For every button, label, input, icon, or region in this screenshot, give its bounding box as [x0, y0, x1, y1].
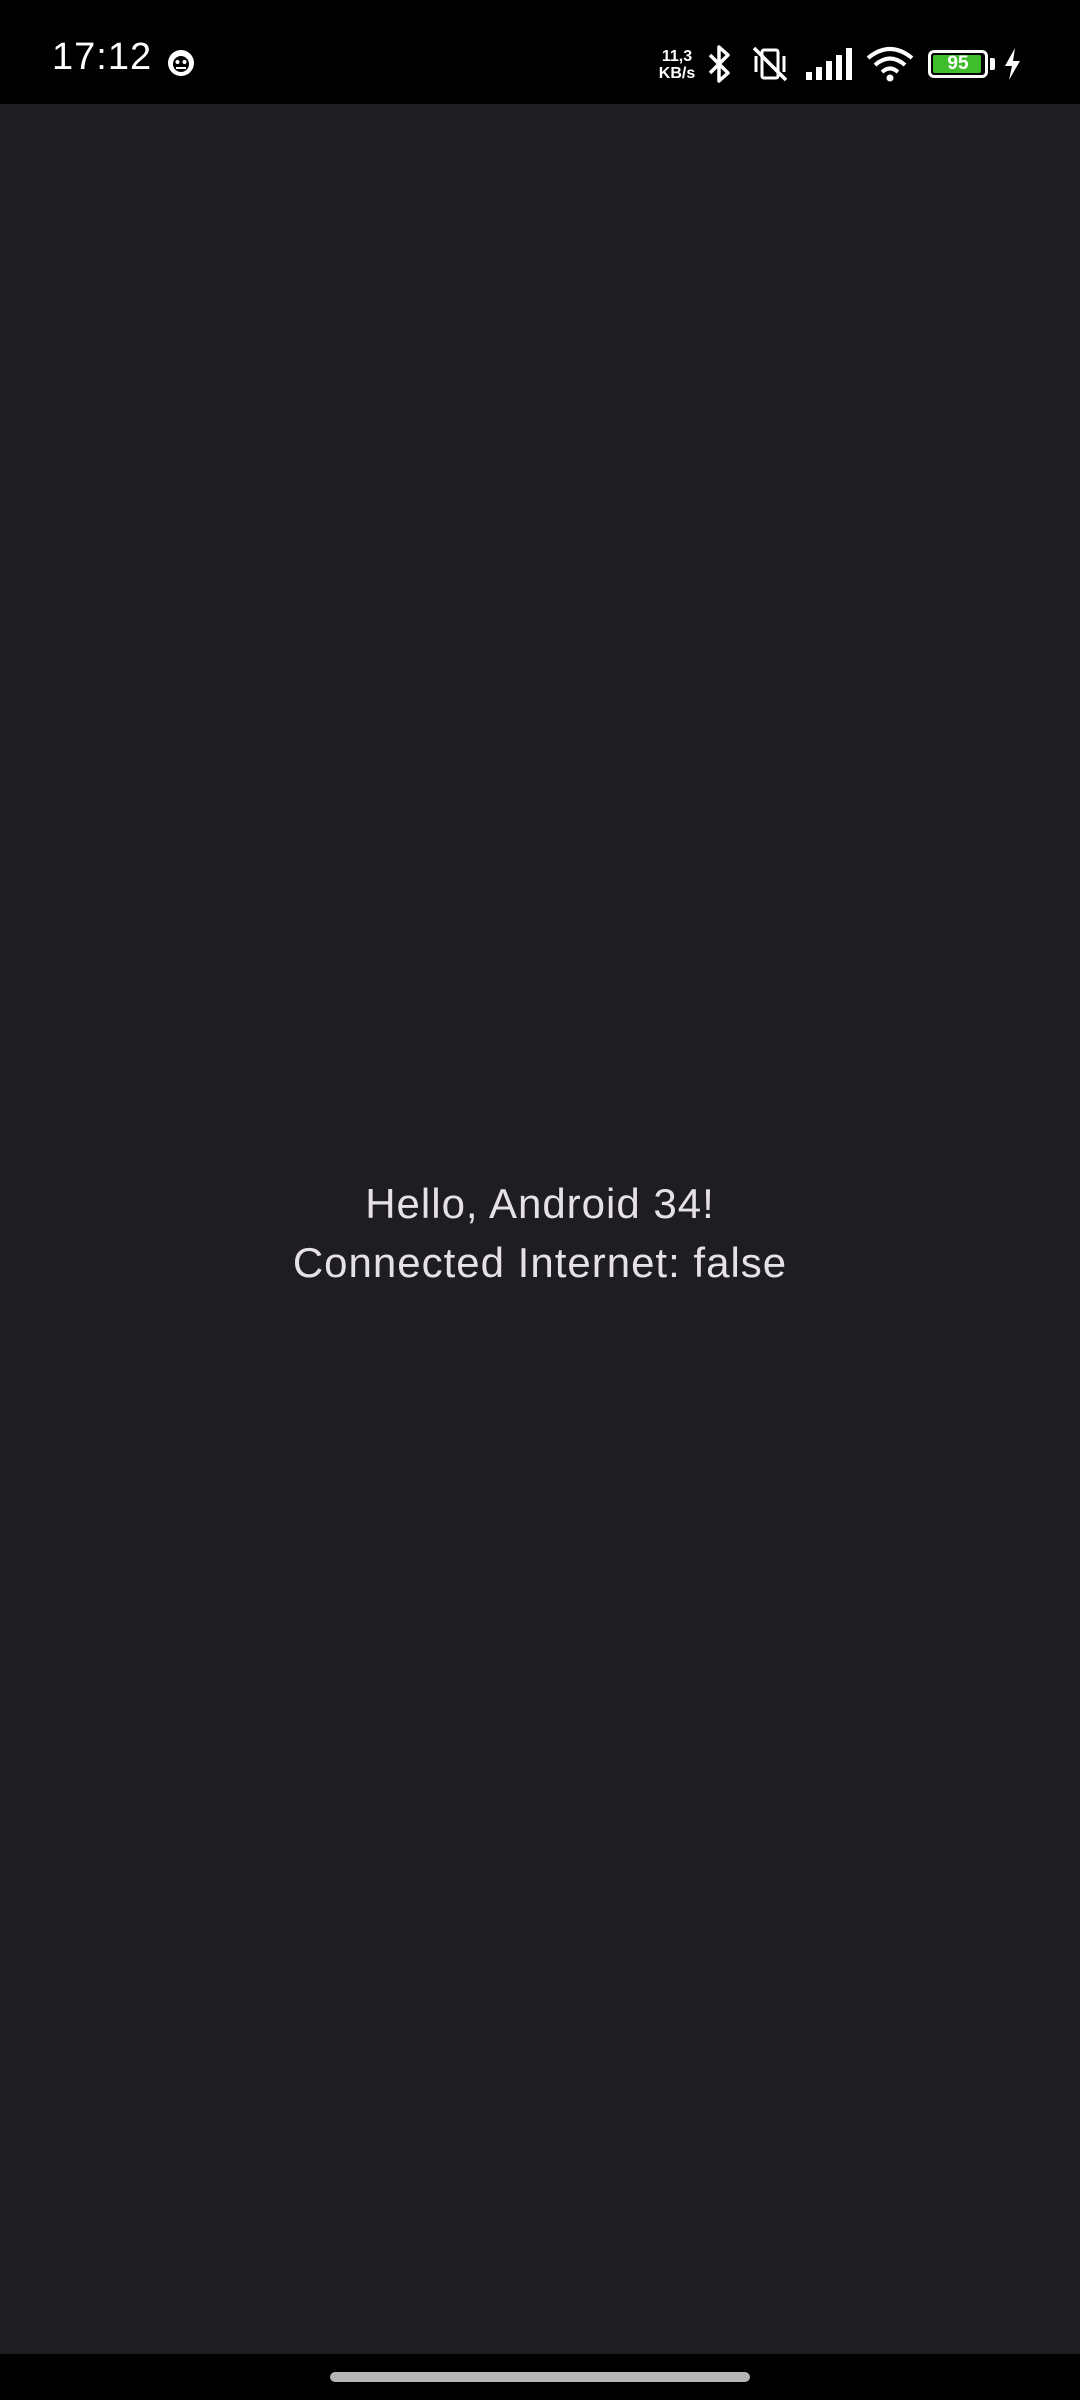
battery-icon: 95 — [928, 50, 988, 78]
message-block: Hello, Android 34! Connected Internet: f… — [0, 1174, 1080, 1292]
network-speed-unit: KB/s — [658, 65, 696, 82]
charging-icon — [1005, 48, 1020, 80]
signal-icon — [806, 48, 852, 80]
battery-level: 95 — [947, 53, 969, 74]
status-time: 17:12 — [52, 36, 153, 78]
notification-app-icon — [168, 50, 194, 76]
network-speed: 11,3 KB/s — [654, 48, 700, 82]
bluetooth-icon — [708, 45, 730, 83]
app-content: Hello, Android 34! Connected Internet: f… — [0, 104, 1080, 2354]
wifi-icon — [866, 47, 914, 82]
battery-cap — [990, 58, 995, 70]
network-speed-value: 11,3 — [661, 48, 693, 65]
navigation-bar — [0, 2354, 1080, 2400]
greeting-text: Hello, Android 34! — [365, 1180, 715, 1227]
vibrate-off-icon — [752, 46, 788, 82]
status-bar: 17:12 11,3 KB/s 95 — [0, 0, 1080, 104]
connection-status-text: Connected Internet: false — [292, 1239, 788, 1286]
home-gesture-handle[interactable] — [330, 2372, 750, 2382]
